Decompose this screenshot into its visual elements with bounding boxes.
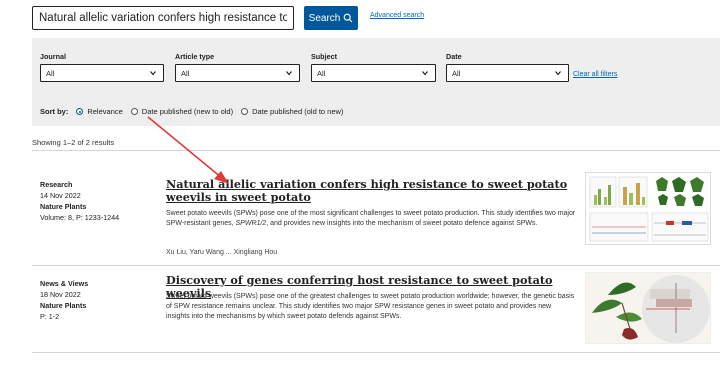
divider [32, 150, 720, 151]
article-type-select[interactable]: All [175, 64, 300, 82]
radio-unselected[interactable] [130, 108, 138, 115]
chevron-down-icon [150, 71, 156, 76]
figure-thumbnail-graphic [586, 273, 710, 343]
divider [32, 352, 720, 353]
figure-thumbnail-graphic [589, 176, 709, 242]
publish-date: 14 Nov 2022 [40, 191, 81, 200]
search-input[interactable] [32, 6, 294, 30]
sort-row: Sort by: Relevance Date published (new t… [40, 107, 351, 116]
results-count: Showing 1–2 of 2 results [32, 138, 115, 147]
sort-label: Sort by: [40, 107, 69, 116]
sort-option-label: Date published (old to new) [252, 107, 344, 116]
article-type: Research [40, 180, 73, 189]
volume-info: Volume: 8, P: 1233-1244 [40, 213, 120, 222]
search-button[interactable]: Search [304, 6, 358, 30]
result-meta: News & Views 18 Nov 2022 Nature Plants P… [40, 278, 88, 322]
result-thumbnail-figure[interactable] [585, 172, 711, 245]
result-thumbnail-figure[interactable] [585, 272, 711, 344]
article-type: News & Views [40, 279, 89, 288]
journal-name: Nature Plants [40, 202, 87, 211]
sort-option-label: Date published (new to old) [141, 107, 234, 116]
filter-label-journal: Journal [40, 52, 66, 61]
date-select[interactable]: All [446, 64, 569, 82]
date-select-value: All [452, 68, 461, 78]
result-abstract: Sweet potato weevils (SPWs) pose one of … [166, 293, 575, 320]
article-type-select-value: All [181, 68, 190, 78]
search-button-label: Search [308, 12, 341, 24]
result-authors: Xu Liu, Yaru Wang ... Xingliang Hou [166, 249, 278, 256]
radio-unselected[interactable] [241, 108, 249, 115]
advanced-search-link[interactable]: Advanced search [370, 12, 424, 19]
clear-filters-link[interactable]: Clear all filters [573, 71, 617, 78]
abstract-text: , and provides new insights into the mec… [266, 220, 538, 227]
result-abstract: Sweet potato weevils (SPWs) pose one of … [166, 209, 576, 229]
sort-option-old-to-new[interactable]: Date published (old to new) [241, 107, 343, 116]
subject-select[interactable]: All [311, 64, 436, 82]
subject-select-value: All [317, 68, 326, 78]
sort-option-label: Relevance [87, 107, 123, 116]
sort-option-new-to-old[interactable]: Date published (new to old) [130, 107, 234, 116]
sort-option-relevance[interactable]: Relevance [76, 107, 123, 116]
filter-label-subject: Subject [311, 52, 337, 61]
journal-name: Nature Plants [40, 301, 87, 310]
filter-label-date: Date [446, 52, 462, 61]
gene-name: SPWR1/2 [235, 220, 267, 227]
search-icon [343, 13, 353, 23]
journal-select[interactable]: All [40, 64, 164, 82]
chevron-down-icon [422, 71, 428, 76]
radio-selected[interactable] [76, 108, 84, 115]
chevron-down-icon [555, 71, 561, 76]
journal-select-value: All [46, 68, 55, 78]
filter-label-article-type: Article type [175, 52, 215, 61]
result-meta: Research 14 Nov 2022 Nature Plants Volum… [40, 179, 119, 223]
chevron-down-icon [286, 71, 292, 76]
volume-info: P: 1-2 [40, 312, 60, 321]
publish-date: 18 Nov 2022 [40, 290, 81, 299]
filter-panel: Journal Article type Subject Date All Al… [32, 38, 720, 126]
result-title-link[interactable]: Natural allelic variation confers high r… [166, 178, 574, 204]
divider [32, 265, 720, 266]
